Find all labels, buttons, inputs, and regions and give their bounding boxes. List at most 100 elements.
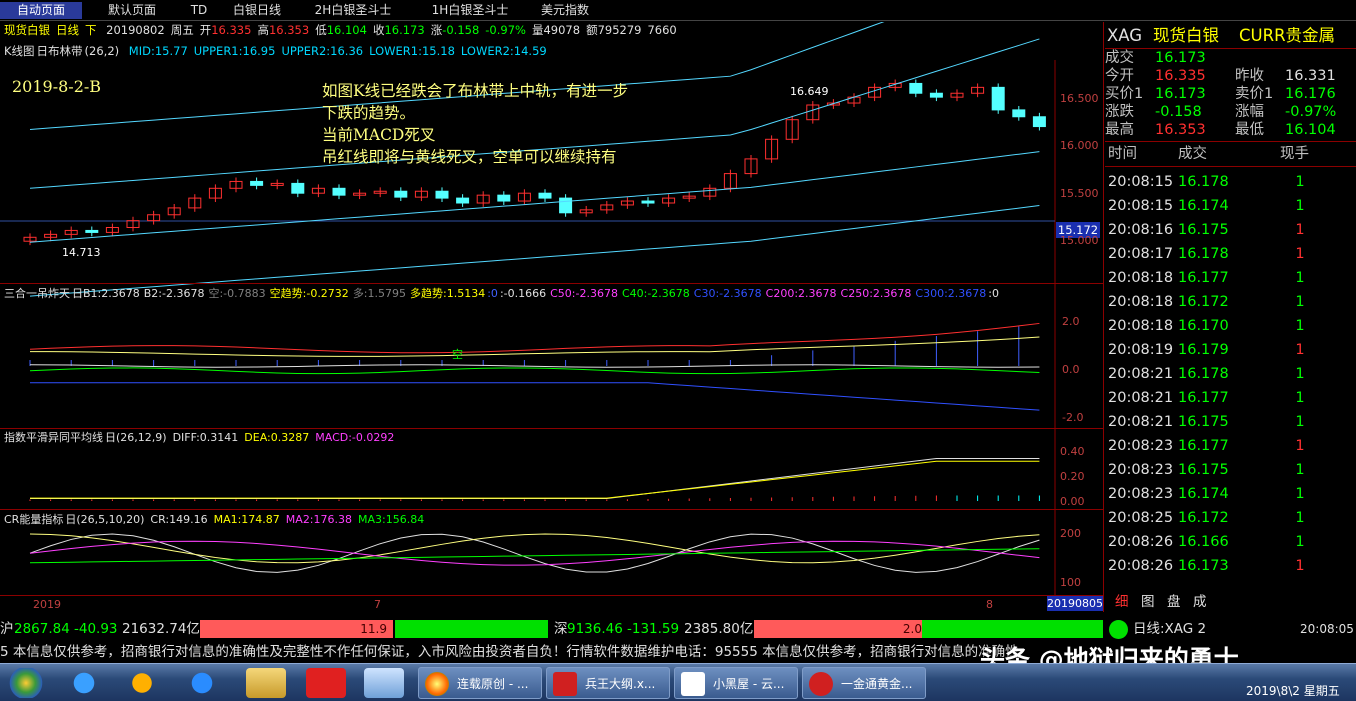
sh-index: 2867.84: [14, 621, 70, 637]
tab-trades[interactable]: 成: [1193, 592, 1207, 612]
taskbar-item-label: 兵王大纲.x...: [585, 677, 656, 691]
tab-3[interactable]: TD: [180, 2, 218, 19]
tick-qty: 1: [1295, 414, 1305, 430]
cr-ytick: 200: [1060, 527, 1081, 540]
divider: [1105, 141, 1356, 142]
tick-qty: 1: [1295, 534, 1305, 550]
tick-time: 20:08:21: [1108, 390, 1174, 406]
sz-ratio-bar-down: [922, 620, 1103, 638]
tab-2[interactable]: 默认页面: [88, 2, 176, 19]
tick-time: 20:08:18: [1108, 270, 1174, 286]
ind1-yellow-line: [29, 336, 1040, 357]
tick-row: 20:08:15 16.178 1: [1105, 170, 1356, 194]
taskbar-item[interactable]: 一金通黄金...: [802, 667, 926, 699]
tick-qty: 1: [1295, 198, 1305, 214]
tick-qty: 1: [1295, 510, 1305, 526]
cr-ma1-line: [29, 533, 1040, 564]
tick-price: 16.177: [1178, 270, 1229, 286]
taskbar-item[interactable]: 小黑屋 - 云...: [674, 667, 798, 699]
tab-1[interactable]: 自动页面: [0, 2, 82, 19]
tab-6[interactable]: 1H白银圣斗士: [410, 2, 530, 19]
candle-body: [456, 197, 470, 204]
tick-time: 20:08:16: [1108, 222, 1174, 238]
tick-time: 20:08:21: [1108, 414, 1174, 430]
tick-time: 20:08:25: [1108, 510, 1174, 526]
tick-time: 20:08:15: [1108, 174, 1174, 190]
tick-qty: 1: [1295, 558, 1305, 574]
macd-dea: DEA:0.3287: [244, 431, 310, 444]
tick-time: 20:08:26: [1108, 558, 1174, 574]
tick-time: 20:08:18: [1108, 318, 1174, 334]
tick-time: 20:08:18: [1108, 294, 1174, 310]
close-label: 收: [372, 23, 385, 37]
tick-time: 20:08:26: [1108, 534, 1174, 550]
cr-title: CR能量指标 日(26,5,10,20) CR:149.16 MA1:174.87 MA…: [4, 512, 430, 528]
tab-5[interactable]: 2H白银圣斗士: [296, 2, 410, 19]
tick-row: 20:08:15 16.174 1: [1105, 194, 1356, 218]
start-button-icon[interactable]: [4, 668, 48, 698]
taskbar-item[interactable]: 连载原创 - ...: [418, 667, 542, 699]
app-icon[interactable]: [122, 668, 162, 698]
kline-ytick: 16.000: [1060, 139, 1099, 152]
tab-detail[interactable]: 细: [1115, 592, 1129, 612]
tab-chart[interactable]: 图: [1141, 592, 1155, 612]
ind1-c250: C250:2.3678: [840, 287, 912, 300]
quote-deal-row: 成交 16.173: [1105, 49, 1356, 67]
tick-row: 20:08:21 16.175 1: [1105, 410, 1356, 434]
sz-amount: 2385.80亿: [684, 621, 754, 637]
ind1-duo-trend: 多趋势:1.5134: [410, 287, 486, 300]
notebook-icon: [681, 672, 705, 696]
kline-ytick: 15.000: [1060, 234, 1099, 247]
ind1-zero: :0: [487, 287, 498, 300]
tick-qty: 1: [1295, 246, 1305, 262]
high-value: 16.353: [1155, 122, 1206, 138]
taskbar: 连载原创 - ... 兵王大纲.x... 小黑屋 - 云... 一金通黄金...…: [0, 663, 1356, 701]
tick-qty: 1: [1295, 486, 1305, 502]
tab-book[interactable]: 盘: [1167, 592, 1181, 612]
vol-label: 量: [531, 23, 544, 37]
ie-browser-icon[interactable]: [64, 668, 104, 698]
tick-time: 20:08:19: [1108, 342, 1174, 358]
analysis-annotation: 如图K线已经跌会了布林带上中轨，有进一步 下跌的趋势。 当前MACD死叉 吊红线…: [322, 80, 628, 168]
quote-change-row: 涨跌 -0.158 涨幅 -0.97%: [1105, 103, 1356, 121]
tab-4[interactable]: 白银日线: [218, 2, 296, 19]
tick-row: 20:08:16 16.175 1: [1105, 218, 1356, 242]
boll-upper1: UPPER1:16.95: [193, 44, 276, 58]
macd-diff-line: [30, 458, 1040, 499]
window-icon[interactable]: [364, 668, 404, 698]
boll-mid: MID:15.77: [128, 44, 188, 58]
tick-qty: 1: [1295, 366, 1305, 382]
tick-qty: 1: [1295, 174, 1305, 190]
bar-close: 16.173: [384, 23, 425, 37]
tick-price: 16.174: [1178, 198, 1229, 214]
indicator1-title: 三合一吊炸天 日B1:2.3678 B2:-2.3678 空:-0.7883 空趋势:-…: [4, 286, 1005, 302]
high-marker: 16.649: [790, 85, 829, 98]
tick-time: 20:08:21: [1108, 366, 1174, 382]
tick-qty: 1: [1295, 270, 1305, 286]
taskbar-item[interactable]: 兵王大纲.x...: [546, 667, 670, 699]
ie-browser-icon-2[interactable]: [182, 668, 222, 698]
tick-price: 16.179: [1178, 342, 1229, 358]
x-axis-label: 8: [986, 598, 993, 611]
app-red-icon[interactable]: [306, 668, 346, 698]
wps-icon: [553, 672, 577, 696]
cr-params: 日(26,5,10,20): [65, 513, 145, 526]
boll-lower1: LOWER1:15.18: [369, 44, 455, 58]
folder-icon[interactable]: [246, 668, 286, 698]
tick-row: 20:08:19 16.179 1: [1105, 338, 1356, 362]
tick-row: 20:08:26 16.173 1: [1105, 554, 1356, 578]
tab-7[interactable]: 美元指数: [530, 2, 600, 19]
tick-row: 20:08:21 16.178 1: [1105, 362, 1356, 386]
bar-pct: -0.97%: [485, 23, 526, 37]
candle-body: [435, 190, 449, 199]
quote-header: 现货白银 日线下 20190802 周五 开16.335 高16.353 低16.104 收…: [4, 22, 683, 38]
open-label: 开: [199, 23, 212, 37]
cr-ma2: MA2:176.38: [285, 513, 353, 526]
chart-area: 现货白银 日线下 20190802 周五 开16.335 高16.353 低16.104 收…: [0, 22, 1104, 612]
tick-price: 16.174: [1178, 486, 1229, 502]
sh-ratio-bar-up: 11.9: [200, 620, 393, 638]
quote-panel: XAG 现货白银 CURR贵金属 成交 16.173 今开 16.335 昨收 16.3…: [1105, 22, 1356, 612]
cmb-icon: [809, 672, 833, 696]
tick-price: 16.170: [1178, 318, 1229, 334]
status-time: 20:08:05: [1300, 622, 1354, 636]
